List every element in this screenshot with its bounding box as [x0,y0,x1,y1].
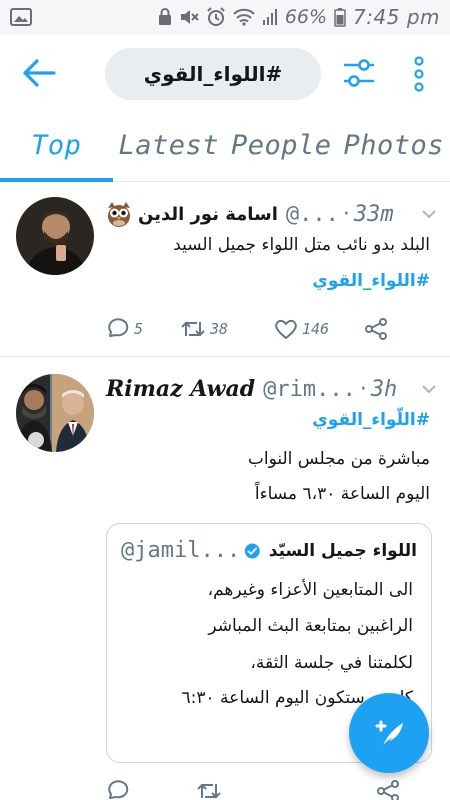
retweet-button[interactable]: 38 [180,318,274,340]
share-icon [365,318,387,340]
tweet-actions: 5 38 146 [106,314,406,344]
quoted-tweet-header: @jamil... اللواء جميل السيّد [121,538,417,563]
author-name: اسامة نور الدين [138,203,278,225]
tweet-text-line: مباشرة من مجلس النواب [247,449,430,469]
quoted-author-name: اللواء جميل السيّد [268,540,417,561]
quoted-text-line: الى المتابعين الأعزاء وغيرهم، [207,580,413,600]
avatar[interactable] [16,197,94,275]
search-input[interactable]: #اللواء_القوي [105,48,321,100]
search-tabs: Top Latest People Photos [0,112,450,182]
reply-icon [108,318,129,337]
share-icon [377,780,399,800]
retweet-icon [197,783,221,799]
battery-level: 66% [284,6,328,28]
alarm-icon [207,7,225,26]
owl-emoji-icon [108,202,130,227]
reply-button[interactable]: 5 [106,318,180,340]
retweet-count: 38 [210,320,229,338]
wifi-icon [233,8,255,26]
search-query: #اللواء_القوي [143,62,283,86]
quoted-author-handle: @jamil... [121,538,241,563]
share-button[interactable] [376,779,400,800]
tweet-time: 3h [370,376,398,402]
like-button[interactable]: 146 [274,318,364,340]
filter-settings-icon[interactable] [342,56,376,90]
share-button[interactable] [364,317,388,341]
retweet-icon [181,321,205,337]
clock: 7:45 pm [353,5,440,29]
author-name: Rimaz Awad [106,376,256,402]
tab-people[interactable]: People [225,112,338,181]
reply-icon [108,780,129,799]
quoted-text-line: لكلمتنا في جلسة الثقة، [250,653,413,673]
separator-dot: · [359,376,367,402]
verified-badge-icon [245,543,260,558]
tweet-header: Rimaz Awad @rim... · 3h [106,374,436,404]
heart-icon [275,319,297,340]
author-handle: @... [285,201,339,227]
status-bar: 66% 7:45 pm [0,0,450,34]
more-options-icon[interactable] [409,54,429,94]
lock-icon [158,8,171,25]
retweet-button[interactable] [196,780,376,800]
chevron-down-icon[interactable] [422,209,436,219]
tweet-time: 33m [353,201,394,227]
reply-count: 5 [134,320,144,338]
hashtag-link[interactable]: #اللواء_القوي [312,271,430,291]
reply-button[interactable] [106,780,196,800]
tweet-header: اسامة نور الدين @... · 33m [106,199,436,229]
compose-tweet-button[interactable] [349,693,429,773]
tweet[interactable]: اسامة نور الدين @... · 33m البلد بدو نائ… [0,183,450,357]
separator-dot: · [342,201,350,227]
tab-top[interactable]: Top [0,112,113,182]
search-header: #اللواء_القوي [0,34,450,110]
quoted-text-line: الراغبين بمتابعة البث المباشر [208,616,413,636]
tweet-actions [106,776,406,800]
compose-feather-icon [375,720,403,745]
tweet-text: البلد بدو نائب متل اللواء جميل السيد [173,235,430,255]
tweet-text-line: اليوم الساعة ٦،٣٠ مساءاً [254,484,430,504]
avatar[interactable] [16,374,94,452]
tab-latest[interactable]: Latest [113,112,226,181]
hashtag-link[interactable]: #اللّواء_القوي [312,410,430,430]
mute-icon [180,10,199,24]
gallery-notification-icon [10,8,32,26]
author-handle: @rim... [263,376,356,402]
tab-photos[interactable]: Photos [338,112,450,181]
like-count: 146 [302,320,330,338]
battery-icon [334,8,346,27]
back-arrow-icon[interactable] [22,58,56,88]
chevron-down-icon[interactable] [422,384,436,394]
signal-icon [262,9,277,25]
